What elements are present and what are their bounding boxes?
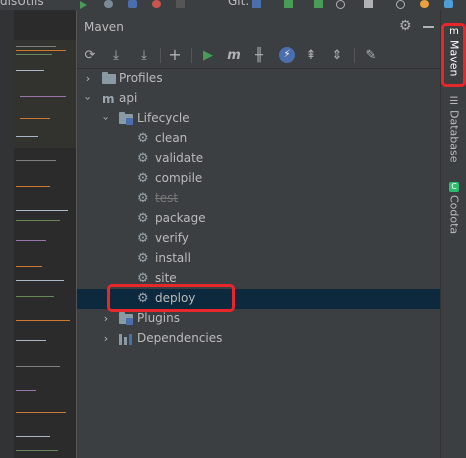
profiles-folder-icon [102,72,116,84]
tree-item-lifecycle[interactable]: › Lifecycle [77,109,440,129]
tree-item-label: Plugins [137,311,180,325]
editor-highlight-block [14,40,76,148]
tree-item-label: Profiles [119,71,163,85]
lifecycle-phase-verify[interactable]: ⚙ verify [77,229,440,249]
git-label: Git: [228,0,250,8]
generate-sources-icon[interactable]: ⤓ [106,45,126,65]
maven-project-icon: m [102,92,115,106]
execute-goal-icon[interactable]: m [224,45,244,65]
history-icon[interactable] [336,0,345,9]
phase-gear-icon: ⚙ [137,191,149,206]
phase-gear-icon: ⚙ [137,131,149,146]
stop-icon[interactable] [176,0,185,8]
editor-gutter [0,10,14,458]
tool-window-label: Codota [447,195,461,235]
phase-label: site [155,271,177,285]
lifecycle-phase-compile[interactable]: ⚙ compile [77,169,440,189]
show-dependencies-icon[interactable]: ⇞ [301,45,321,65]
lifecycle-phase-package[interactable]: ⚙ package [77,209,440,229]
tree-item-dependencies[interactable]: › Dependencies [77,329,440,349]
chevron-down-icon[interactable]: › [82,94,95,104]
lifecycle-phase-validate[interactable]: ⚙ validate [77,149,440,169]
lifecycle-folder-icon [119,112,133,125]
tool-window-tab-database[interactable]: ☰ Database [441,96,466,163]
phase-label: clean [155,131,188,145]
offline-mode-icon[interactable]: ⚡ [279,47,295,63]
tree-item-project[interactable]: › m api [77,89,440,109]
tree-item-plugins[interactable]: › Plugins [77,309,440,329]
tree-item-label: Dependencies [137,331,223,345]
codota-icon: C [449,182,459,192]
settings-wrench-icon[interactable]: ✎ [361,45,381,65]
rollback-icon[interactable] [364,0,373,8]
search-everywhere-icon[interactable] [396,0,405,9]
run-icon[interactable] [80,1,87,9]
toolbar-separator [354,48,355,63]
lifecycle-phase-test[interactable]: ⚙ test [77,189,440,209]
tool-window-label: Database [447,110,461,163]
maven-panel-header: Maven ⚙ [77,10,440,42]
maven-panel-title: Maven [84,20,124,34]
phase-gear-icon: ⚙ [137,251,149,266]
coverage-icon[interactable] [128,0,137,8]
tree-item-profiles[interactable]: › Profiles [77,69,440,89]
download-icon[interactable]: ⤓ [134,45,154,65]
phase-label: validate [155,151,204,165]
profile-icon[interactable] [152,0,161,8]
phase-gear-icon: ⚙ [137,231,149,246]
phase-label-skipped: test [155,191,179,205]
chevron-down-icon[interactable]: › [100,114,113,124]
chevron-right-icon[interactable]: › [83,72,93,85]
gear-icon[interactable]: ⚙ [399,18,412,34]
lifecycle-phase-install[interactable]: ⚙ install [77,249,440,269]
minimize-icon[interactable] [423,26,434,28]
maven-tab-highlight-box [441,23,466,87]
update-available-icon[interactable] [420,0,429,8]
database-icon: ☰ [449,96,459,107]
title-toolbar-strip: dlsUtils Git: [0,0,466,10]
reload-icon[interactable]: ⟳ [80,45,100,65]
phase-gear-icon: ⚙ [137,211,149,226]
plugins-folder-icon [119,312,133,325]
phase-label: verify [155,231,189,245]
git-push-icon[interactable] [314,0,323,8]
collapse-all-icon[interactable]: ⇕ [327,45,347,65]
skip-tests-icon[interactable]: ╫ [249,45,269,65]
dependencies-icon [119,334,133,345]
chevron-right-icon[interactable]: › [101,332,111,345]
lifecycle-phase-clean[interactable]: ⚙ clean [77,129,440,149]
deploy-highlight-box [107,284,235,312]
toolbar-separator [191,48,192,63]
phase-label: package [155,211,206,225]
git-update-icon[interactable] [252,0,261,8]
tree-item-label: Lifecycle [137,111,190,125]
tool-window-tab-codota[interactable]: C Codota [441,182,466,234]
maven-toolbar: ⟳ ⤓ ⤓ + ▶ m ╫ ⚡ ⇞ ⇕ ✎ [77,42,440,69]
run-icon[interactable]: ▶ [198,45,218,65]
chevron-right-icon[interactable]: › [101,312,111,325]
debug-icon[interactable] [104,0,113,8]
toolbar-separator [160,48,161,63]
add-icon[interactable]: + [165,45,185,65]
phase-label: compile [155,171,203,185]
project-name[interactable]: dlsUtils [0,0,44,8]
phase-gear-icon: ⚙ [137,151,149,166]
plugin-icon[interactable] [444,0,453,8]
git-commit-icon[interactable] [284,0,293,8]
editor-area[interactable] [0,10,76,458]
phase-gear-icon: ⚙ [137,171,149,186]
tree-item-label: api [119,91,138,105]
phase-label: install [155,251,191,265]
